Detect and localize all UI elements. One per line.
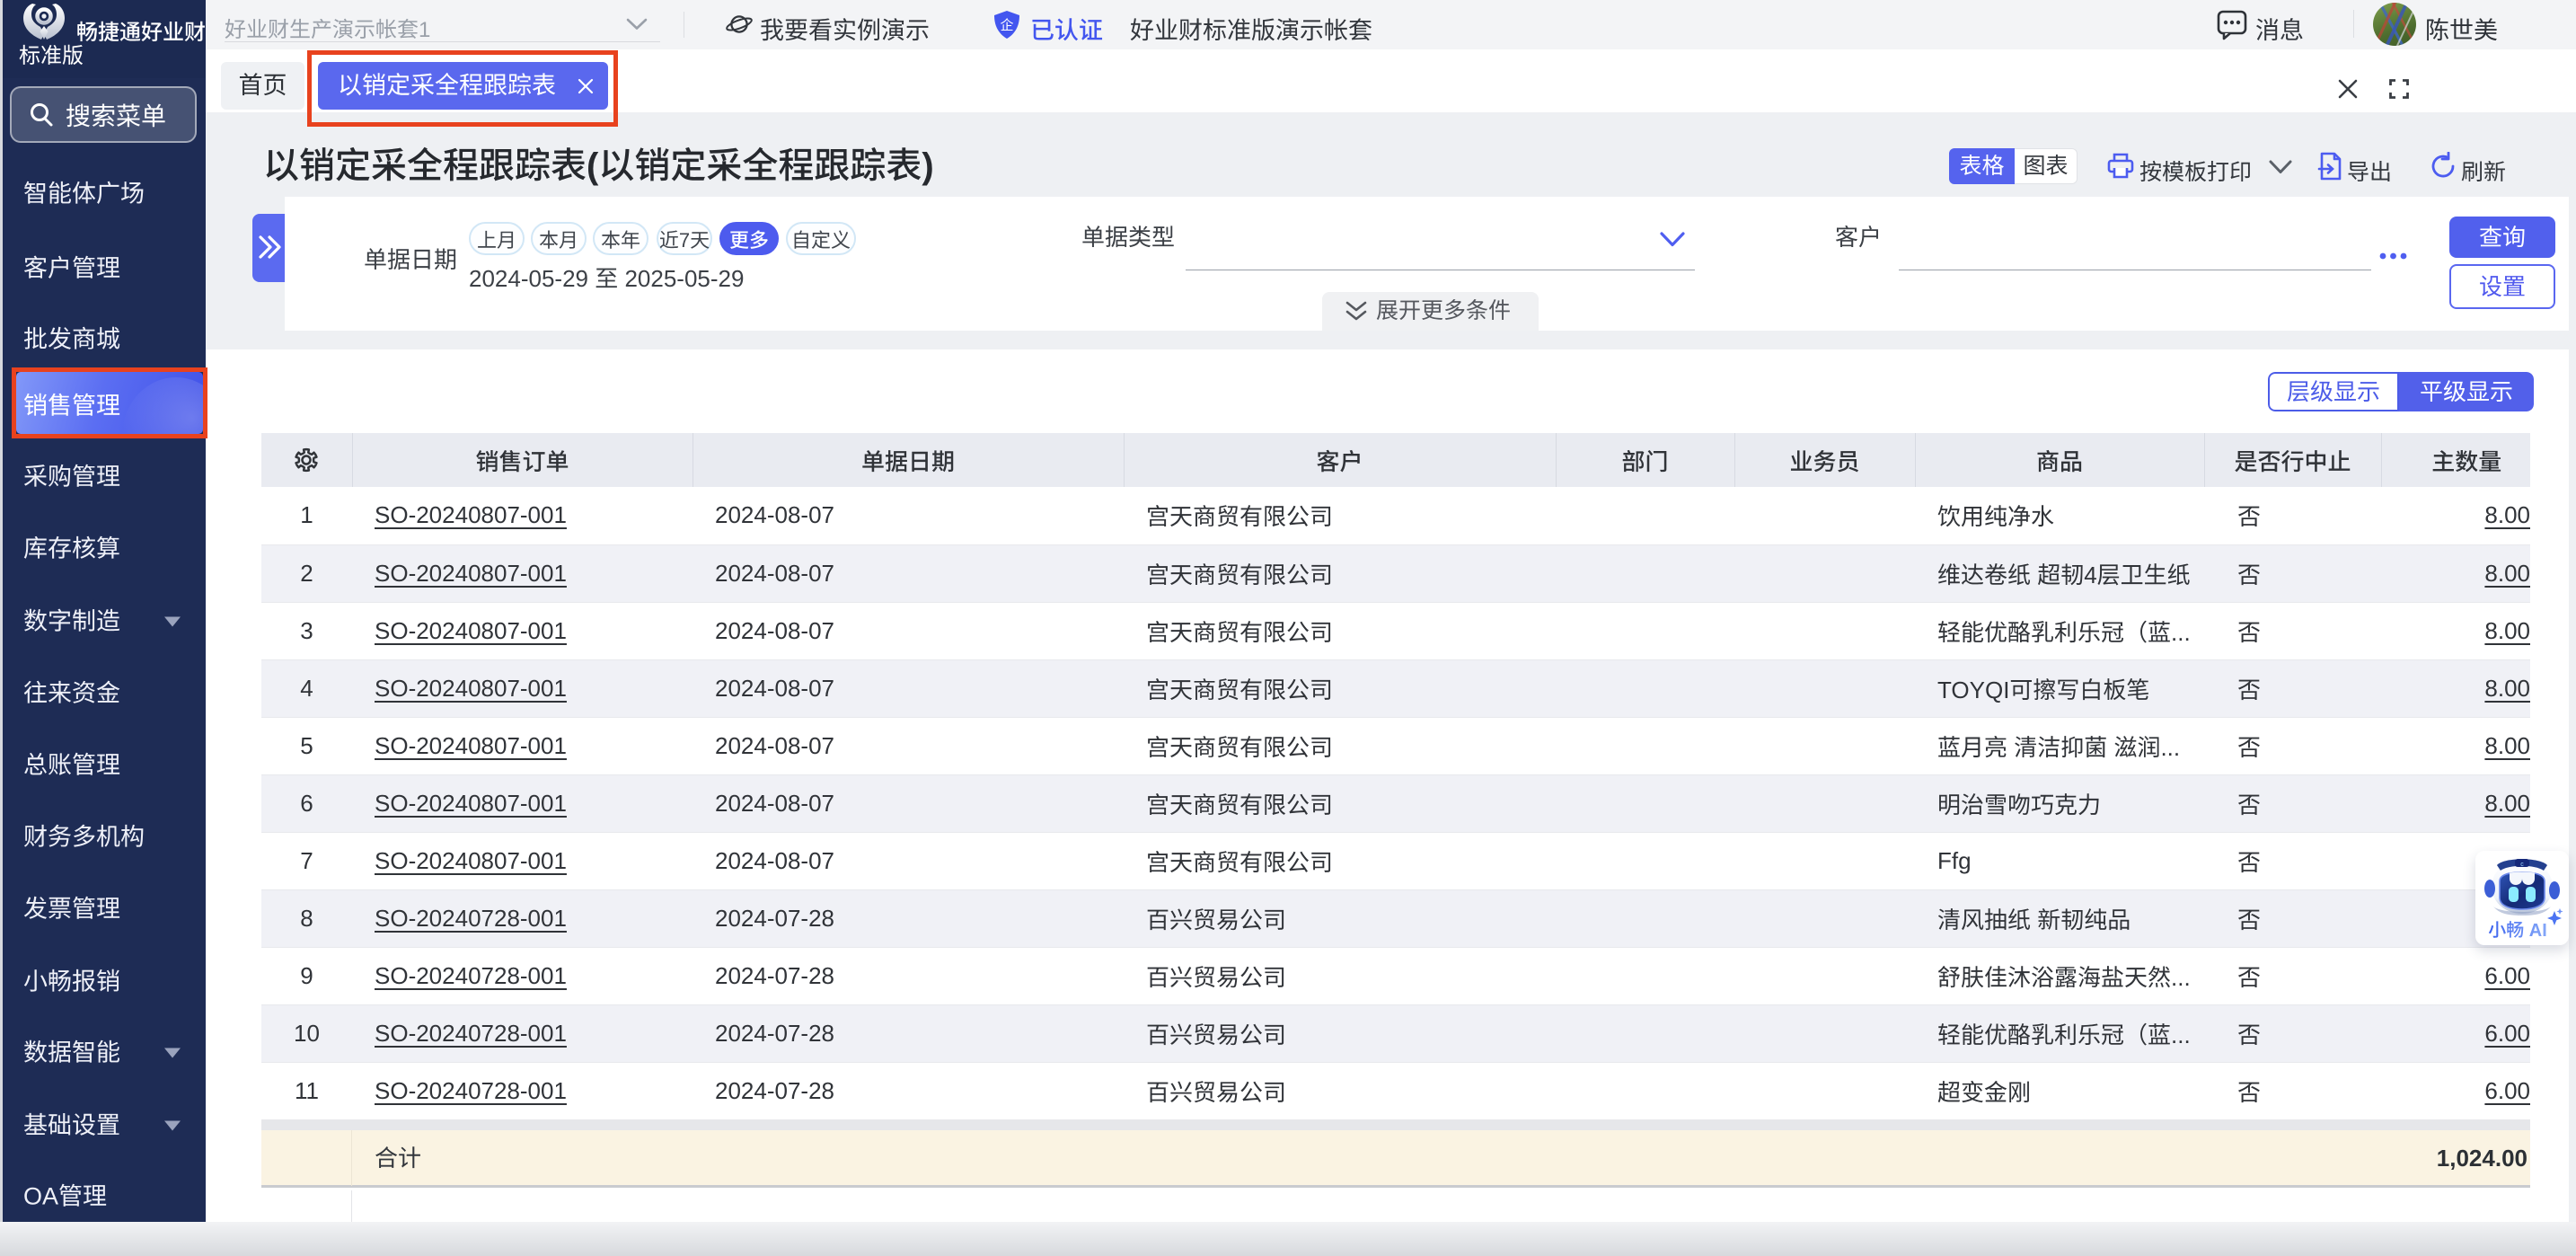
svg-text:企: 企 [1000,15,1013,34]
svg-text:小畅 AI: 小畅 AI [2488,921,2547,941]
svg-text:c: c [2520,862,2524,868]
